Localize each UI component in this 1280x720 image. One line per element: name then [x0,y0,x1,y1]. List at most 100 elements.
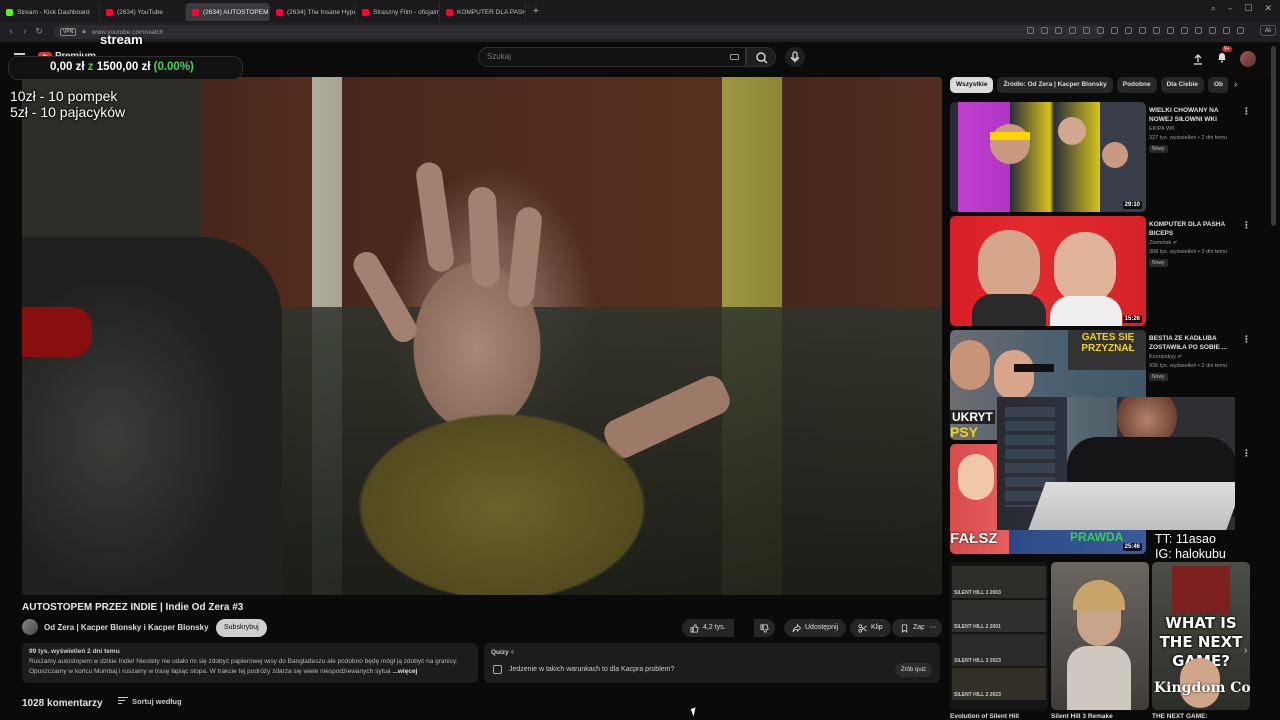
extension-icon[interactable] [1125,27,1132,34]
vpn-badge[interactable]: VPN [60,28,77,36]
extension-icon[interactable] [1223,27,1230,34]
chip-all[interactable]: Wszystkie [950,77,994,93]
webcam-desk [1028,482,1235,530]
extension-icon[interactable] [1153,27,1160,34]
channel-name[interactable]: Od Zera | Kacper Blonsky i Kacper Blonsk… [44,623,209,632]
extension-icon[interactable] [1181,27,1188,34]
comments-count: 1028 komentarzy [22,698,103,709]
recommended-video[interactable]: 15:26 KOMPUTER DLA PASHA BICEPS Ziemniak… [950,216,1251,326]
share-icon [792,623,801,632]
sort-comments-button[interactable]: Sortuj według [118,697,182,706]
upload-icon[interactable] [1192,53,1204,65]
recommended-video-channel[interactable]: Ziemniak ✔︎ [1149,240,1177,246]
extension-icon[interactable] [1139,27,1146,34]
short-thumbnail[interactable] [1051,562,1149,710]
description-box[interactable]: 99 tys. wyświetleń 2 dni temu Ruszamy au… [22,643,478,683]
video-player[interactable] [22,77,942,595]
search-button[interactable] [746,47,776,67]
avatar[interactable] [1240,51,1256,67]
reload-button[interactable]: ↻ [32,27,46,37]
more-actions-button[interactable]: ⋯ [924,619,942,637]
tab-favicon-icon [446,8,453,16]
browser-tab[interactable]: Stream - Kick Dashboard [0,3,100,21]
url-field[interactable]: VPN 🔒︎ www.youtube.com/watch [54,25,1104,39]
short-title[interactable]: Silent Hill 3 Remake [1051,713,1113,720]
minimize-button[interactable]: – [1228,4,1233,14]
sort-label: Sortuj według [132,697,182,706]
video-duration: 15:26 [1122,315,1142,323]
short-title[interactable]: Evolution of Silent Hill [950,713,1019,720]
description-more-link[interactable]: ...więcej [392,668,417,675]
short-title[interactable]: THE NEXT GAME: [1152,713,1208,720]
window-controls: ⌕ – ☐ ✕ [1211,4,1272,14]
extension-icon[interactable] [1097,27,1104,34]
extension-icon[interactable] [1055,27,1062,34]
extension-icon[interactable] [1041,27,1048,34]
extension-icon[interactable] [1111,27,1118,34]
short-thumbnail[interactable]: SILENT HILL 3 2003 SILENT HILL 2 2001 SI… [950,562,1048,710]
browser-tab[interactable]: (2634) AUTOSTOPEM [186,3,270,21]
video-thumbnail[interactable]: 29:10 [950,102,1146,212]
more-vert-icon[interactable]: ⋮ [1242,106,1251,117]
chevron-right-icon[interactable]: › [1244,645,1247,656]
recommended-video-channel[interactable]: EKIPA WK [1149,126,1175,132]
chevron-right-icon[interactable]: › [1234,79,1237,90]
recommended-video-channel[interactable]: Konopskyy ✔︎ [1149,354,1182,360]
keyboard-icon[interactable] [730,54,739,60]
mouse-cursor-icon [690,707,699,717]
scrollbar[interactable] [1271,46,1276,226]
take-quiz-button[interactable]: Zrób quiz [894,663,932,677]
close-window-button[interactable]: ✕ [1264,4,1272,14]
forward-button[interactable]: › [18,27,32,37]
streamer-socials: TT: 11asao IG: halokubu [1155,532,1226,562]
tab-label: (2634) The Insane Hype o [287,8,356,16]
chip-more[interactable]: Ob [1208,77,1228,93]
new-tab-button[interactable]: + [530,5,542,17]
subscribe-button[interactable]: Subskrybuj [216,619,267,637]
chip-similar[interactable]: Podobne [1116,77,1157,93]
short-thumbnail[interactable]: WHAT IS THE NEXT GAME? Kingdom Come [1152,562,1250,710]
browser-tab[interactable]: KOMPUTER DLA PASHA I [440,3,526,21]
extension-icon[interactable] [1167,27,1174,34]
dislike-button[interactable] [754,619,775,637]
video-thumbnail[interactable]: 15:26 [950,216,1146,326]
extension-icon[interactable] [1083,27,1090,34]
tab-list: Stream - Kick Dashboard (2634) YouTube (26… [0,1,526,21]
back-button[interactable]: ‹ [4,27,18,37]
video-duration: 25:46 [1122,543,1142,551]
chip-source[interactable]: Źródło: Od Zera | Kacper Blonsky [997,77,1113,93]
search-icon [756,52,768,64]
recommended-video-title[interactable]: BESTIA ZE KADŁUBA ZOSTAWIŁA PO SOBIE ... [1149,334,1229,352]
share-button[interactable]: Udostępnij [784,619,847,637]
donation-separator: z [87,61,94,73]
ai-button[interactable]: AI [1259,25,1276,36]
more-vert-icon[interactable]: ⋮ [1242,448,1251,459]
browser-tab[interactable]: (2634) YouTube [100,3,186,21]
extension-icon[interactable] [1209,27,1216,34]
browser-tab[interactable]: (2634) The Insane Hype o [270,3,356,21]
like-button[interactable]: 4,2 tys. [682,619,734,637]
extension-icon[interactable] [1069,27,1076,34]
extension-icon[interactable] [1195,27,1202,34]
more-vert-icon[interactable]: ⋮ [1242,220,1251,231]
maximize-button[interactable]: ☐ [1244,4,1252,14]
recommended-video-title[interactable]: KOMPUTER DLA PASHA BICEPS [1149,220,1229,238]
chip-for-you[interactable]: Dla Ciebie [1160,77,1204,93]
tab-label: KOMPUTER DLA PASHA I [457,8,525,16]
more-vert-icon[interactable]: ⋮ [1242,334,1251,345]
search-tabs-icon[interactable]: ⌕ [1211,4,1216,14]
browser-tab[interactable]: Straszny Film - oficjalny z [356,3,440,21]
short-frame-label: SILENT HILL 3 2023 [954,658,1001,664]
recommended-video[interactable]: 29:10 WIELKI CHOWANY NA NOWEJ SIŁOWNI WK… [950,102,1251,212]
search-input[interactable]: Szukaj [478,47,746,67]
channel-name: Konopskyy [1149,354,1176,360]
recommended-video-title[interactable]: WIELKI CHOWANY NA NOWEJ SIŁOWNI WKI [1149,106,1229,124]
donation-rule: 10zł - 10 pompek [10,88,118,104]
extension-icon[interactable] [1237,27,1244,34]
channel-avatar[interactable] [22,619,38,635]
clip-button[interactable]: Klip [850,619,891,637]
extension-icon[interactable] [1027,27,1034,34]
video-title: AUTOSTOPEM PRZEZ INDIE | Indie Od Zera #… [22,602,244,613]
notifications-button[interactable]: 9+ [1216,46,1232,68]
voice-search-button[interactable] [785,47,805,67]
